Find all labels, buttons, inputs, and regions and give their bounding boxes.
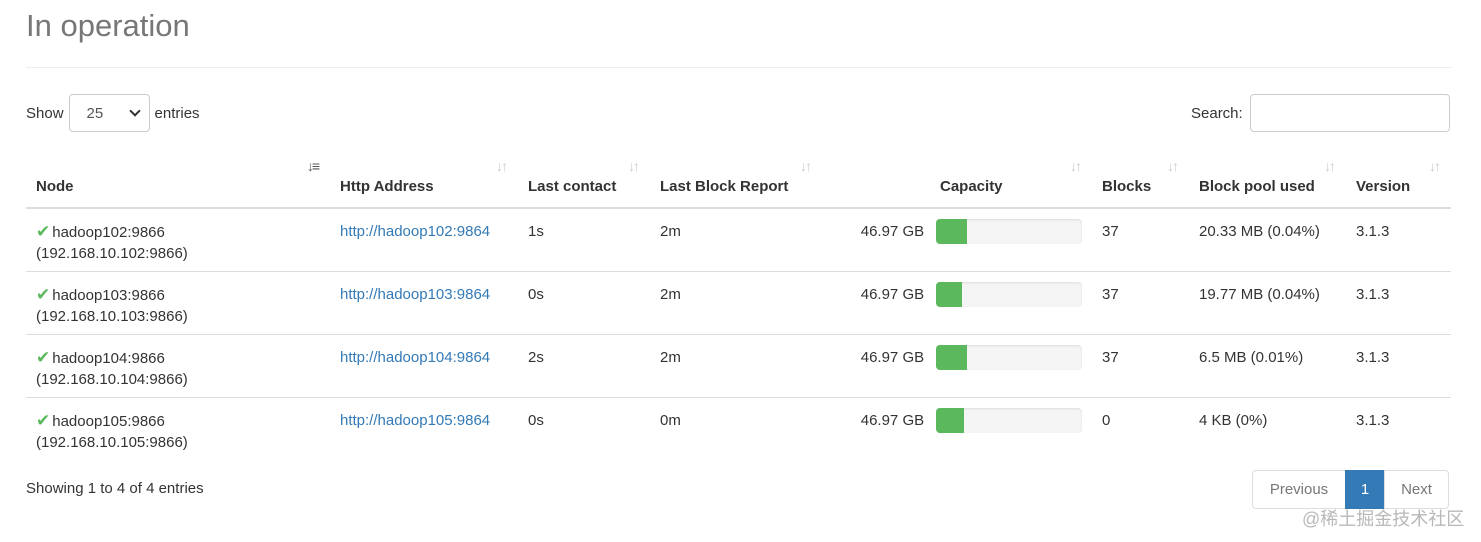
check-icon: ✔ [36, 347, 51, 367]
entries-per-page-value: 25 [86, 104, 104, 122]
search-control: Search: [1191, 94, 1450, 132]
capacity-cell: 46.97 GB [822, 396, 1092, 460]
node-cell: ✔ hadoop105:9866 (192.168.10.105:9866) [26, 396, 330, 460]
http-address-cell: http://hadoop103:9864 [330, 270, 518, 334]
last-block-report-cell: 0m [650, 396, 822, 460]
http-address-link[interactable]: http://hadoop105:9864 [340, 412, 490, 429]
capacity-cell: 46.97 GB [822, 208, 1092, 271]
node-cell: ✔ hadoop103:9866 (192.168.10.103:9866) [26, 270, 330, 334]
http-address-cell: http://hadoop105:9864 [330, 396, 518, 460]
show-label: Show [26, 104, 64, 122]
node-name: hadoop105:9866 [52, 412, 165, 430]
last-contact-cell: 0s [518, 396, 650, 460]
last-contact-cell: 2s [518, 333, 650, 397]
node-ip: (192.168.10.102:9866) [36, 245, 188, 262]
sort-both-icon: ↓↑ [1324, 158, 1336, 174]
capacity-progress-bar [936, 344, 1082, 370]
block-pool-used-cell: 19.77 MB (0.04%) [1189, 270, 1346, 334]
version-cell: 3.1.3 [1346, 396, 1451, 460]
last-contact-cell: 1s [528, 223, 544, 240]
sort-both-icon: ↓↑ [1429, 158, 1441, 174]
capacity-progress-fill [936, 219, 967, 244]
search-input[interactable] [1249, 94, 1450, 132]
column-header-node[interactable]: Node ↓≡ [26, 144, 330, 209]
blocks-cell: 0 [1092, 396, 1189, 460]
table-header-row: Node ↓≡ Http Address ↓↑ Last contact ↓↑ Las… [26, 144, 1451, 209]
capacity-progress-bar [936, 281, 1082, 307]
version-cell: 3.1.3 [1346, 270, 1451, 334]
capacity-value: 46.97 GB [860, 223, 925, 240]
version-cell: 3.1.3 [1356, 223, 1390, 240]
entries-length-control: Show 25 entries [26, 94, 200, 132]
column-header-http-address[interactable]: Http Address ↓↑ [330, 144, 518, 209]
http-address-link[interactable]: http://hadoop102:9864 [340, 223, 490, 240]
sort-both-icon: ↓↑ [1070, 158, 1082, 174]
previous-page-button[interactable]: Previous [1252, 470, 1346, 509]
column-header-version[interactable]: Version ↓↑ [1346, 144, 1451, 209]
capacity-value: 46.97 GB [860, 348, 925, 366]
node-ip: (192.168.10.105:9866) [36, 433, 188, 451]
http-address-link[interactable]: http://hadoop104:9864 [340, 349, 490, 366]
blocks-cell: 37 [1092, 270, 1189, 334]
page-title: In operation [26, 8, 190, 43]
pagination: Previous 1 Next [1252, 470, 1449, 509]
block-pool-used-cell: 4 KB (0%) [1189, 396, 1346, 460]
node-name: hadoop104:9866 [52, 349, 165, 367]
table-row: ✔ hadoop104:9866 (192.168.10.104:9866) htt… [26, 333, 1451, 397]
sort-both-icon: ↓↑ [800, 158, 812, 174]
blocks-cell: 37 [1092, 333, 1189, 397]
http-address-link[interactable]: http://hadoop103:9864 [340, 286, 490, 303]
table-row: ✔ hadoop103:9866 (192.168.10.103:9866) htt… [26, 270, 1451, 334]
next-page-button[interactable]: Next [1384, 470, 1449, 509]
page-1-button[interactable]: 1 [1345, 470, 1385, 509]
check-icon: ✔ [36, 222, 51, 241]
table-row: ✔ hadoop102:9866 (192.168.10.102:9866) htt… [26, 208, 1451, 271]
http-address-cell: http://hadoop104:9864 [330, 333, 518, 397]
datanode-table: Node ↓≡ Http Address ↓↑ Last contact ↓↑ Las… [26, 144, 1451, 460]
sort-amount-asc-icon: ↓≡ [306, 158, 320, 174]
node-name: hadoop102:9866 [52, 224, 165, 241]
node-name: hadoop103:9866 [52, 286, 165, 304]
capacity-progress-bar [936, 407, 1082, 433]
column-header-capacity[interactable]: Capacity ↓↑ [822, 144, 1092, 209]
block-pool-used-cell: 6.5 MB (0.01%) [1189, 333, 1346, 397]
watermark-text: @稀土掘金技术社区 [1302, 509, 1465, 529]
entries-per-page-select[interactable]: 25 [68, 94, 150, 132]
chevron-down-icon [128, 105, 141, 117]
title-divider [26, 67, 1451, 68]
block-pool-used-cell: 20.33 MB (0.04%) [1199, 223, 1320, 240]
capacity-value: 46.97 GB [860, 411, 925, 429]
capacity-progress-fill [936, 407, 964, 433]
capacity-cell: 46.97 GB [822, 270, 1092, 334]
column-header-last-block-report[interactable]: Last Block Report ↓↑ [650, 144, 822, 209]
entries-label: entries [154, 104, 200, 122]
last-contact-cell: 0s [518, 270, 650, 334]
sort-both-icon: ↓↑ [1167, 158, 1179, 174]
capacity-progress-fill [936, 344, 967, 370]
last-block-report-cell: 2m [650, 333, 822, 397]
http-address-cell: http://hadoop102:9864 [330, 208, 518, 271]
column-header-last-contact[interactable]: Last contact ↓↑ [518, 144, 650, 209]
node-ip: (192.168.10.103:9866) [36, 307, 188, 325]
table-info-text: Showing 1 to 4 of 4 entries [26, 480, 204, 497]
table-row: ✔ hadoop105:9866 (192.168.10.105:9866) htt… [26, 396, 1451, 460]
check-icon: ✔ [36, 410, 51, 430]
node-ip: (192.168.10.104:9866) [36, 370, 188, 388]
last-block-report-cell: 2m [650, 270, 822, 334]
column-header-blocks[interactable]: Blocks ↓↑ [1092, 144, 1189, 209]
blocks-cell: 37 [1102, 223, 1119, 240]
check-icon: ✔ [36, 284, 51, 304]
search-label: Search: [1191, 104, 1243, 122]
sort-both-icon: ↓↑ [628, 158, 640, 174]
capacity-progress-fill [936, 281, 963, 307]
column-header-block-pool-used[interactable]: Block pool used ↓↑ [1189, 144, 1346, 209]
sort-both-icon: ↓↑ [496, 158, 508, 174]
version-cell: 3.1.3 [1346, 333, 1451, 397]
node-cell: ✔ hadoop104:9866 (192.168.10.104:9866) [26, 333, 330, 397]
capacity-cell: 46.97 GB [822, 333, 1092, 397]
capacity-progress-bar [936, 219, 1082, 244]
capacity-value: 46.97 GB [860, 285, 925, 303]
node-cell: ✔ hadoop102:9866 (192.168.10.102:9866) [26, 208, 330, 271]
last-block-report-cell: 2m [660, 223, 681, 240]
